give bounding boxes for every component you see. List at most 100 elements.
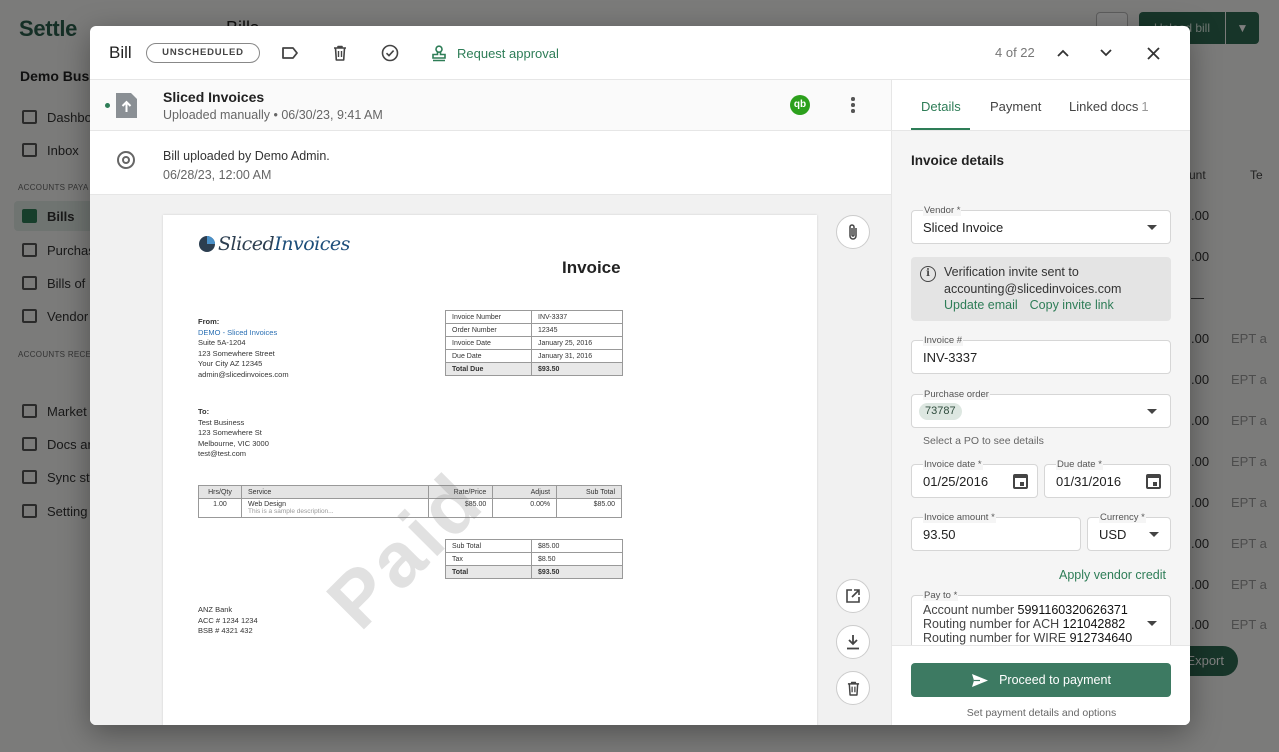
details-footer: Proceed to payment Set payment details a… bbox=[892, 645, 1190, 725]
total-value: $8.50 bbox=[531, 552, 623, 566]
active-tab-indicator bbox=[911, 128, 970, 130]
due-date-input[interactable]: Due date * 01/31/2016 bbox=[1044, 459, 1171, 498]
check-circle-icon bbox=[381, 44, 399, 62]
request-approval-button[interactable]: Request approval bbox=[431, 41, 559, 65]
to-line: test@test.com bbox=[198, 449, 247, 458]
logo-text-b: Invoices bbox=[274, 233, 350, 255]
invoice-to: To: Test Business 123 Somewhere St Melbo… bbox=[198, 407, 269, 460]
vendor-value: Sliced Invoice bbox=[923, 220, 1004, 235]
invoice-date-label: Invoice date * bbox=[923, 459, 983, 470]
item-qty: 1.00 bbox=[198, 498, 242, 518]
invoice-meta-table: Invoice Number INV-3337 Order Number 12345… bbox=[445, 310, 623, 376]
close-button[interactable] bbox=[1141, 41, 1165, 65]
download-button[interactable] bbox=[836, 625, 870, 659]
request-approval-label: Request approval bbox=[457, 45, 559, 61]
tab-bar: Details Payment Linked docs 1 bbox=[892, 80, 1190, 131]
proceed-to-payment-button[interactable]: Proceed to payment bbox=[911, 663, 1171, 697]
file-meta: Uploaded manually • 06/30/23, 9:41 AM bbox=[163, 108, 383, 122]
file-row[interactable]: Sliced Invoices Uploaded manually • 06/3… bbox=[90, 80, 891, 131]
attach-button[interactable] bbox=[836, 215, 870, 249]
from-line: admin@slicedinvoices.com bbox=[198, 369, 289, 379]
pay-to-account: Account number 5991160320626371 bbox=[923, 603, 1128, 617]
pay-to-select[interactable]: Pay to * Account number 5991160320626371… bbox=[911, 590, 1171, 651]
calendar-icon[interactable] bbox=[1013, 474, 1028, 489]
trash-icon bbox=[847, 681, 859, 696]
proceed-label: Proceed to payment bbox=[999, 673, 1111, 687]
file-upload-icon bbox=[116, 93, 137, 118]
purchase-order-chip[interactable]: 73787 bbox=[919, 403, 962, 420]
pay-to-label: Pay to * bbox=[923, 590, 959, 601]
download-icon bbox=[847, 635, 859, 650]
ach-value: 121042882 bbox=[1062, 617, 1126, 631]
to-line: 123 Somewhere St bbox=[198, 428, 262, 437]
bank-line: BSB # 4321 432 bbox=[198, 626, 253, 635]
update-email-link[interactable]: Update email bbox=[944, 298, 1018, 312]
logo-text-a: Sliced bbox=[218, 233, 275, 255]
apply-vendor-credit-link[interactable]: Apply vendor credit bbox=[1059, 568, 1166, 582]
vendor-select[interactable]: Vendor * Sliced Invoice bbox=[911, 205, 1171, 244]
chevron-down-icon bbox=[1100, 49, 1112, 57]
activity-text: Bill uploaded by Demo Admin. bbox=[163, 149, 330, 163]
open-external-button[interactable] bbox=[836, 579, 870, 613]
chevron-up-icon bbox=[1057, 49, 1069, 57]
currency-label: Currency * bbox=[1099, 512, 1146, 523]
calendar-icon[interactable] bbox=[1146, 474, 1161, 489]
invoice-details-panel: Invoice details Vendor * Sliced Invoice … bbox=[892, 131, 1190, 651]
delete-button[interactable] bbox=[328, 41, 352, 65]
purchase-order-label: Purchase order bbox=[923, 389, 990, 400]
details-column: Details Payment Linked docs 1 Invoice det… bbox=[891, 80, 1190, 725]
copy-invite-link[interactable]: Copy invite link bbox=[1030, 298, 1114, 312]
document-viewer[interactable]: SlicedInvoices Invoice From: DEMO - Slic… bbox=[90, 195, 891, 725]
invoice-number-input[interactable]: Invoice # INV-3337 bbox=[911, 335, 1171, 374]
invoice-bank: ANZ Bank ACC # 1234 1234 BSB # 4321 432 bbox=[198, 605, 258, 637]
tab-linked-docs[interactable]: Linked docs 1 bbox=[1069, 99, 1149, 114]
status-badge[interactable]: UNSCHEDULED bbox=[146, 43, 260, 63]
sliced-invoices-logo: SlicedInvoices bbox=[198, 233, 350, 255]
more-options-button[interactable] bbox=[842, 94, 864, 116]
meta-label: Total Due bbox=[445, 362, 532, 376]
activity-target-icon bbox=[117, 151, 135, 169]
pay-to-wire: Routing number for WIRE 912734640 bbox=[923, 631, 1132, 645]
bill-modal: Bill UNSCHEDULED Request approval 4 of 2… bbox=[90, 26, 1190, 725]
invoice-number-label: Invoice # bbox=[923, 335, 964, 346]
meta-label: Invoice Date bbox=[445, 336, 532, 350]
document-column: Sliced Invoices Uploaded manually • 06/3… bbox=[90, 80, 891, 725]
purchase-order-select[interactable]: Purchase order 73787 bbox=[911, 389, 1171, 428]
modal-title: Bill bbox=[109, 43, 132, 62]
currency-select[interactable]: Currency * USD bbox=[1087, 512, 1171, 551]
mark-done-button[interactable] bbox=[378, 41, 402, 65]
purchase-order-helper: Select a PO to see details bbox=[923, 435, 1044, 447]
verification-info: i Verification invite sent to accounting… bbox=[911, 257, 1171, 321]
modal-header: Bill UNSCHEDULED Request approval 4 of 2… bbox=[90, 26, 1190, 80]
from-line: 123 Somewhere Street bbox=[198, 348, 275, 358]
account-value: 5991160320626371 bbox=[1017, 603, 1128, 617]
delete-document-button[interactable] bbox=[836, 671, 870, 705]
items-header: Hrs/Qty bbox=[198, 485, 242, 499]
total-value: $85.00 bbox=[531, 539, 623, 553]
pay-to-ach: Routing number for ACH 121042882 bbox=[923, 617, 1125, 631]
invoice-date-input[interactable]: Invoice date * 01/25/2016 bbox=[911, 459, 1038, 498]
invoice-number-value: INV-3337 bbox=[923, 350, 978, 365]
previous-bill-button[interactable] bbox=[1051, 41, 1075, 65]
caret-down-icon bbox=[1147, 621, 1157, 626]
item-adjust: 0.00% bbox=[492, 498, 558, 518]
verification-links: Update email Copy invite link bbox=[944, 298, 1114, 312]
item-subtotal: $85.00 bbox=[556, 498, 622, 518]
tab-linked-docs-label: Linked docs bbox=[1069, 99, 1139, 114]
caret-down-icon bbox=[1149, 532, 1159, 537]
tab-details[interactable]: Details bbox=[921, 99, 961, 114]
invoice-amount-label: Invoice amount * bbox=[923, 512, 996, 523]
stamp-icon bbox=[432, 44, 446, 61]
invoice-amount-input[interactable]: Invoice amount * 93.50 bbox=[911, 512, 1081, 551]
file-name: Sliced Invoices bbox=[163, 89, 265, 105]
account-label: Account number bbox=[923, 603, 1015, 617]
tag-button[interactable] bbox=[278, 41, 302, 65]
payment-note: Set payment details and options bbox=[966, 707, 1117, 719]
next-bill-button[interactable] bbox=[1094, 41, 1118, 65]
ach-label: Routing number for ACH bbox=[923, 617, 1060, 631]
tab-payment[interactable]: Payment bbox=[990, 99, 1041, 114]
verification-text: Verification invite sent to accounting@s… bbox=[944, 265, 1122, 296]
meta-label: Order Number bbox=[445, 323, 532, 337]
wire-value: 912734640 bbox=[1069, 631, 1133, 645]
invoice-amount-value: 93.50 bbox=[923, 527, 956, 542]
